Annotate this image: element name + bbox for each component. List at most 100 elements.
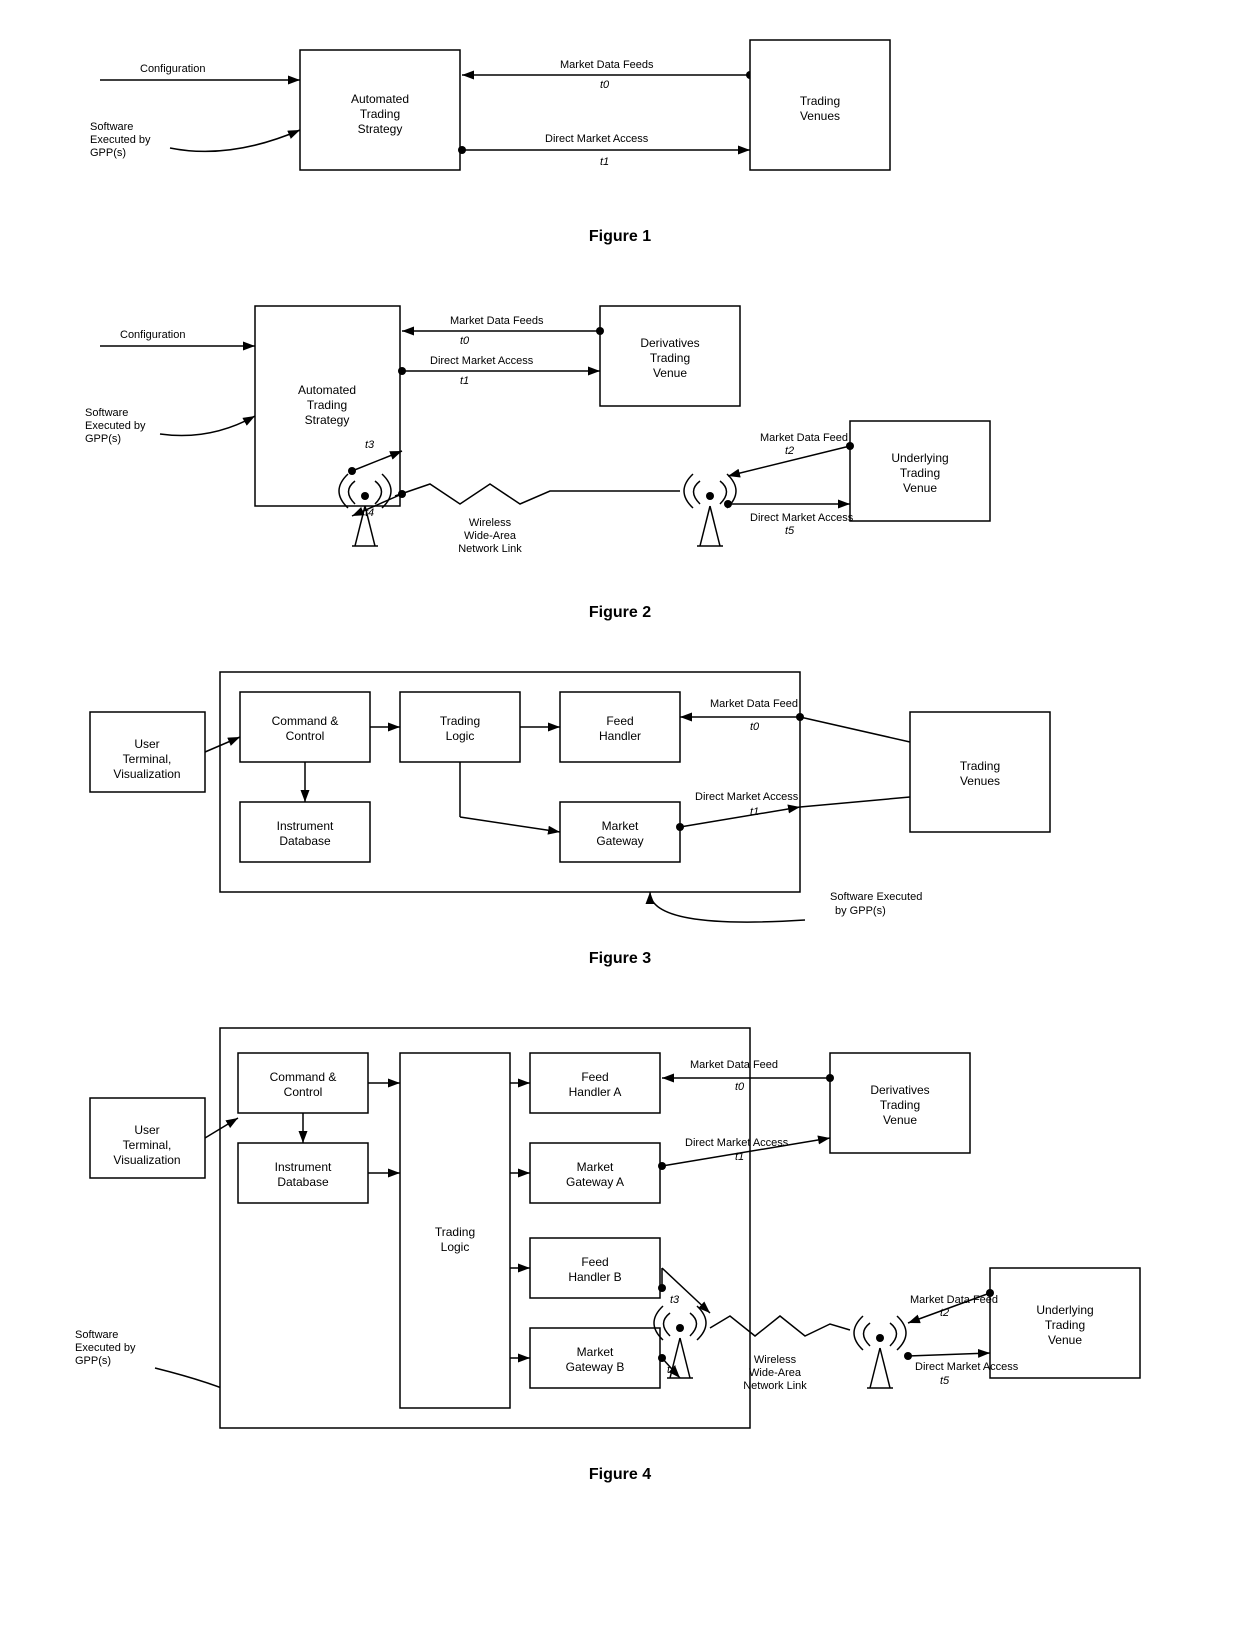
figure3-container: User Terminal, Visualization Command & C… [20,652,1220,968]
svg-text:Automated: Automated [298,383,356,397]
svg-text:Trading: Trading [440,714,480,728]
svg-text:Market Data Feed: Market Data Feed [760,432,848,444]
svg-text:Trading: Trading [960,759,1000,773]
svg-text:Command &: Command & [272,714,339,728]
svg-text:t0: t0 [735,1081,745,1093]
svg-text:Visualization: Visualization [113,767,180,781]
svg-text:Feed: Feed [606,714,633,728]
svg-text:Network Link: Network Link [458,543,522,555]
svg-text:Database: Database [277,1175,329,1189]
svg-text:Market: Market [602,819,639,833]
svg-text:Control: Control [286,729,325,743]
svg-text:Underlying: Underlying [1036,1303,1093,1317]
svg-text:Market Data Feed: Market Data Feed [710,698,798,710]
svg-text:t4: t4 [365,507,374,519]
svg-text:Direct Market Access: Direct Market Access [750,512,854,524]
svg-text:Derivatives: Derivatives [640,336,699,350]
svg-text:t3: t3 [670,1294,680,1306]
svg-text:Gateway A: Gateway A [566,1175,624,1189]
figure1-title: Figure 1 [20,228,1220,246]
svg-text:Network Link: Network Link [743,1380,807,1392]
svg-text:t5: t5 [785,525,795,537]
tv-text1: Trading [800,94,840,108]
figure4-title: Figure 4 [20,1466,1220,1484]
svg-text:Trading: Trading [435,1225,475,1239]
svg-text:Handler: Handler [599,729,641,743]
svg-text:Wireless: Wireless [469,517,512,529]
figure2-title: Figure 2 [20,604,1220,622]
dma-label1: Direct Market Access [545,133,649,145]
svg-text:Trading: Trading [880,1098,920,1112]
svg-text:Strategy: Strategy [305,413,350,427]
svg-text:Wide-Area: Wide-Area [464,530,517,542]
t0-label1: t0 [600,79,610,91]
software-label2: Executed by [90,134,151,146]
svg-text:Market Data Feed: Market Data Feed [690,1059,778,1071]
svg-text:Direct Market Access: Direct Market Access [695,791,799,803]
svg-text:Executed by: Executed by [75,1342,136,1354]
svg-text:Trading: Trading [900,466,940,480]
figure2-svg: Configuration Software Executed by GPP(s… [70,276,1170,596]
svg-text:Handler B: Handler B [568,1270,621,1284]
svg-text:Venue: Venue [903,481,937,495]
mdf-label1: Market Data Feeds [560,59,654,71]
svg-text:Market Data Feeds: Market Data Feeds [450,315,544,327]
svg-text:Logic: Logic [446,729,475,743]
figure1-container: Configuration Software Executed by GPP(s… [20,20,1220,246]
config-label: Configuration [140,63,205,75]
svg-text:Derivatives: Derivatives [870,1083,929,1097]
svg-text:t5: t5 [940,1375,950,1387]
svg-text:Visualization: Visualization [113,1153,180,1167]
svg-text:Market Data Feed: Market Data Feed [910,1294,998,1306]
svg-text:Software: Software [75,1329,118,1341]
svg-text:t0: t0 [750,721,760,733]
svg-text:Venue: Venue [883,1113,917,1127]
svg-text:t0: t0 [460,335,470,347]
svg-text:t1: t1 [460,375,469,387]
svg-text:Logic: Logic [441,1240,470,1254]
svg-text:GPP(s): GPP(s) [85,433,121,445]
svg-text:Instrument: Instrument [277,819,334,833]
svg-text:Market: Market [577,1345,614,1359]
svg-text:Terminal,: Terminal, [123,752,172,766]
svg-text:Database: Database [279,834,331,848]
svg-text:Wireless: Wireless [754,1354,797,1366]
svg-text:Market: Market [577,1160,614,1174]
svg-text:Direct Market Access: Direct Market Access [915,1361,1019,1373]
svg-text:User: User [134,1123,159,1137]
svg-text:User: User [134,737,159,751]
svg-text:by GPP(s): by GPP(s) [835,905,886,917]
svg-text:t2: t2 [785,445,794,457]
svg-text:Underlying: Underlying [891,451,948,465]
ats-text2: Trading [360,107,400,121]
svg-text:t4: t4 [667,1364,676,1376]
figure4-svg: User Terminal, Visualization Software Ex… [70,998,1170,1458]
svg-text:Gateway B: Gateway B [566,1360,625,1374]
ats-text1: Automated [351,92,409,106]
svg-text:Command &: Command & [270,1070,337,1084]
software-label3: GPP(s) [90,147,126,159]
svg-text:Terminal,: Terminal, [123,1138,172,1152]
ats-text3: Strategy [358,122,403,136]
svg-text:Software: Software [85,407,128,419]
figure3-svg: User Terminal, Visualization Command & C… [70,652,1170,942]
figure3-title: Figure 3 [20,950,1220,968]
figure4-container: User Terminal, Visualization Software Ex… [20,998,1220,1484]
svg-text:Venues: Venues [960,774,1000,788]
svg-text:Venue: Venue [1048,1333,1082,1347]
svg-text:Executed by: Executed by [85,420,146,432]
svg-text:Instrument: Instrument [275,1160,332,1174]
svg-text:Direct Market Access: Direct Market Access [685,1137,789,1149]
svg-text:t2: t2 [940,1307,949,1319]
svg-text:Handler A: Handler A [569,1085,622,1099]
figure1-svg: Configuration Software Executed by GPP(s… [70,20,1170,220]
svg-text:Trading: Trading [650,351,690,365]
t1-label1: t1 [600,156,609,168]
svg-text:Wide-Area: Wide-Area [749,1367,802,1379]
svg-text:Trading: Trading [307,398,347,412]
svg-text:Trading: Trading [1045,1318,1085,1332]
svg-text:Control: Control [284,1085,323,1099]
svg-text:Venue: Venue [653,366,687,380]
figure2-container: Configuration Software Executed by GPP(s… [20,276,1220,622]
svg-text:t3: t3 [365,439,375,451]
